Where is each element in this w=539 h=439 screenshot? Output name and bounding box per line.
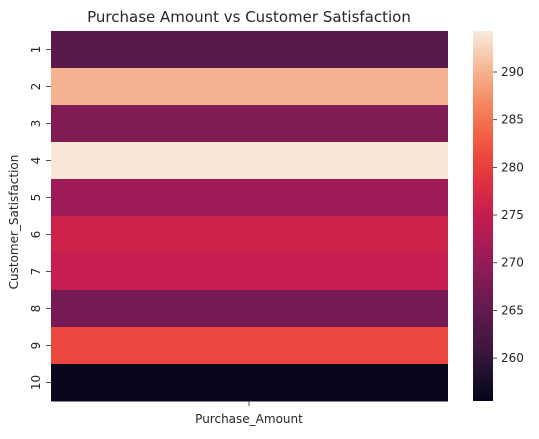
y-tick-marks xyxy=(46,49,51,383)
colorbar-tick-label: 285 xyxy=(501,113,524,127)
heatmap-cell-row-7 xyxy=(51,253,448,291)
colorbar-ticks: 260 265 270 275 280 285 290 xyxy=(493,65,524,365)
heatmap-cells xyxy=(51,31,448,402)
heatmap-cell-row-6 xyxy=(51,216,448,254)
y-tick-label: 5 xyxy=(29,194,43,202)
y-tick-label: 2 xyxy=(29,83,43,91)
heatmap-cell-row-10 xyxy=(51,364,448,402)
heatmap-cell-row-5 xyxy=(51,179,448,217)
heatmap-cell-row-9 xyxy=(51,327,448,365)
colorbar-tick-label: 290 xyxy=(501,65,524,79)
heatmap-cell-row-1 xyxy=(51,31,448,69)
chart-canvas: Purchase Amount vs Customer Satisfaction… xyxy=(7,8,524,426)
heatmap-cell-row-2 xyxy=(51,68,448,106)
y-tick-label: 4 xyxy=(29,157,43,165)
y-tick-label: 9 xyxy=(29,342,43,350)
colorbar-tick-label: 260 xyxy=(501,351,524,365)
heatmap-cell-row-3 xyxy=(51,105,448,143)
y-tick-label: 7 xyxy=(29,268,43,276)
colorbar-tick-label: 265 xyxy=(501,303,524,317)
y-tick-label: 6 xyxy=(29,231,43,239)
y-tick-label: 1 xyxy=(29,46,43,54)
heatmap-chart: Purchase Amount vs Customer Satisfaction… xyxy=(0,0,539,435)
colorbar-tick-label: 270 xyxy=(501,256,524,270)
heatmap-cell-row-4 xyxy=(51,142,448,180)
y-tick-labels: 1 2 3 4 5 6 7 8 9 10 xyxy=(29,46,43,390)
y-tick-label: 3 xyxy=(29,120,43,128)
colorbar-tick-label: 280 xyxy=(501,160,524,174)
chart-title: Purchase Amount vs Customer Satisfaction xyxy=(87,8,411,26)
y-tick-label: 8 xyxy=(29,305,43,313)
heatmap-cell-row-8 xyxy=(51,290,448,328)
x-axis-label: Purchase_Amount xyxy=(195,412,303,426)
colorbar xyxy=(473,31,493,401)
y-tick-label: 10 xyxy=(29,375,43,390)
colorbar-tick-label: 275 xyxy=(501,208,524,222)
y-axis-label: Customer_Satisfaction xyxy=(7,155,21,290)
